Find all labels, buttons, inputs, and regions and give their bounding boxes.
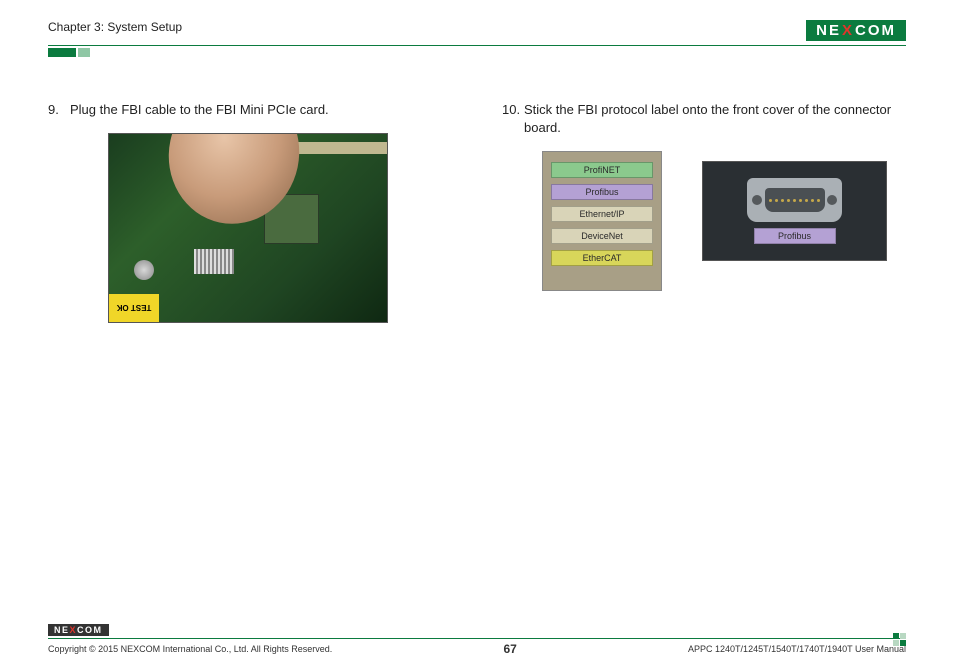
logo-post: COM: [855, 22, 896, 39]
step-number: 9.: [48, 101, 70, 119]
pcb-screw: [134, 260, 154, 280]
right-column: 10. Stick the FBI protocol label onto th…: [502, 101, 906, 323]
label-devicenet: DeviceNet: [551, 228, 653, 244]
test-ok-sticker: TEST OK: [109, 294, 159, 322]
port-shell: [765, 188, 825, 212]
logo-pre: NE: [816, 22, 841, 39]
port-screw-right: [827, 195, 837, 205]
connector-board-photo: Profibus: [702, 161, 887, 261]
footer-logo-x: X: [70, 625, 78, 635]
label-ethernetip: Ethernet/IP: [551, 206, 653, 222]
copyright-text: Copyright © 2015 NEXCOM International Co…: [48, 644, 332, 654]
port-screw-left: [752, 195, 762, 205]
pcb-cable-connector: [194, 249, 234, 274]
serial-port: [747, 178, 842, 222]
applied-profibus-label: Profibus: [754, 228, 836, 244]
step-number: 10.: [502, 101, 524, 137]
footer-logo-post: COM: [77, 625, 103, 635]
brand-logo: NEXCOM: [806, 20, 906, 41]
footer-logo: NEXCOM: [48, 624, 109, 636]
manual-title: APPC 1240T/1245T/1540T/1740T/1940T User …: [688, 644, 906, 654]
chapter-title: Chapter 3: System Setup: [48, 20, 182, 34]
step-text: Stick the FBI protocol label onto the fr…: [524, 101, 906, 137]
footer-logo-pre: NE: [54, 625, 70, 635]
page-number: 67: [503, 642, 516, 656]
label-profibus: Profibus: [551, 184, 653, 200]
label-profinet: ProfiNET: [551, 162, 653, 178]
logo-x: X: [841, 22, 855, 39]
left-column: 9. Plug the FBI cable to the FBI Mini PC…: [48, 101, 452, 323]
step-10: 10. Stick the FBI protocol label onto th…: [502, 101, 906, 137]
label-ethercat: EtherCAT: [551, 250, 653, 266]
footer-ornament: [893, 633, 906, 646]
page-footer: NEXCOM Copyright © 2015 NEXCOM Internati…: [48, 624, 906, 656]
step-9: 9. Plug the FBI cable to the FBI Mini PC…: [48, 101, 452, 119]
step-text: Plug the FBI cable to the FBI Mini PCIe …: [70, 101, 452, 119]
pcb-install-photo: TEST OK: [108, 133, 388, 323]
protocol-label-sheet-photo: ProfiNET Profibus Ethernet/IP DeviceNet …: [542, 151, 662, 291]
header-accent-bar: [48, 48, 76, 57]
